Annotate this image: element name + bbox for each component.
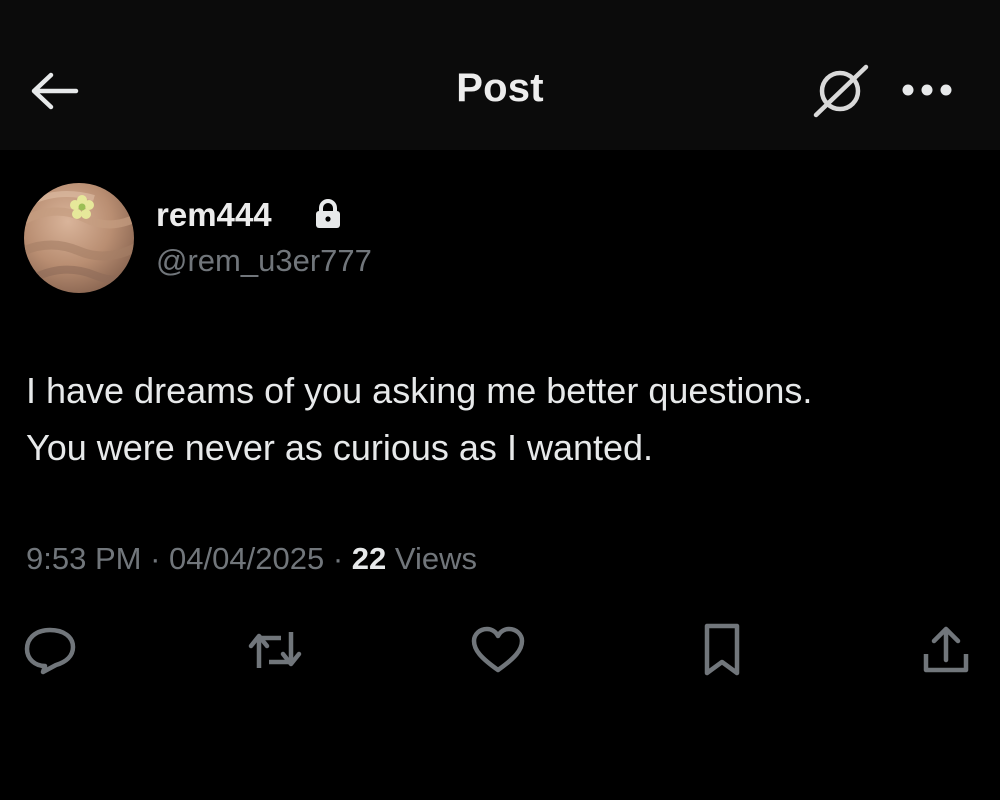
more-options-button[interactable] [892, 72, 962, 112]
bookmark-icon [700, 622, 744, 678]
views-label[interactable]: Views [395, 541, 477, 576]
post-meta: 9:53 PM · 04/04/2025 · 22 Views [26, 541, 477, 577]
repost-icon [245, 624, 305, 676]
repost-button[interactable] [245, 622, 305, 678]
post-date[interactable]: 04/04/2025 [169, 541, 324, 576]
views-count[interactable]: 22 [352, 541, 386, 576]
meta-separator: · [332, 541, 344, 576]
more-dots-icon [901, 83, 953, 102]
reply-icon [22, 624, 78, 676]
back-button[interactable] [28, 68, 82, 118]
share-icon [920, 624, 972, 676]
author-handle[interactable]: @rem_u3er777 [156, 243, 372, 279]
avatar[interactable] [24, 183, 134, 293]
post-time[interactable]: 9:53 PM [26, 541, 141, 576]
grok-button[interactable] [808, 62, 872, 122]
reply-button[interactable] [20, 622, 80, 678]
like-button[interactable] [468, 622, 528, 678]
share-button[interactable] [916, 622, 976, 678]
bookmark-button[interactable] [692, 622, 752, 678]
lock-icon [314, 199, 342, 229]
arrow-left-icon [30, 71, 80, 116]
post-text: I have dreams of you asking me better qu… [26, 362, 986, 476]
post-text-line: You were never as curious as I wanted. [26, 427, 654, 468]
meta-separator: · [150, 541, 161, 576]
post-text-line: I have dreams of you asking me better qu… [26, 370, 813, 411]
header-bar: Post [0, 0, 1000, 150]
author-display-name[interactable]: rem444 [156, 196, 272, 234]
heart-icon [469, 624, 527, 676]
grok-icon [810, 61, 870, 124]
